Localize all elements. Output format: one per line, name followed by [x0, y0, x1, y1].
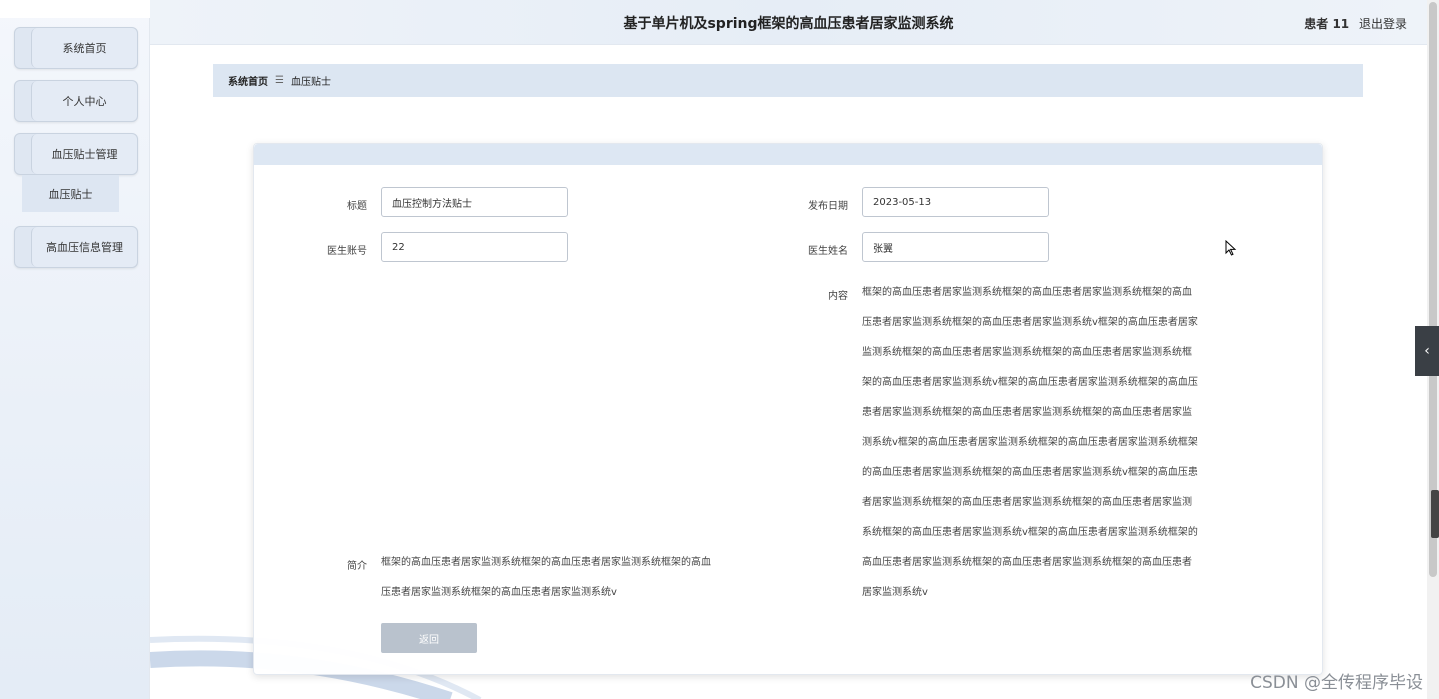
doctor-account-value: 22 [392, 241, 405, 253]
breadcrumb-current: 血压贴士 [290, 77, 331, 88]
sidebar-item-bp-tips-management[interactable]: 血压贴士管理 [14, 133, 138, 175]
sidebar-subitem-label: 血压贴士 [48, 187, 93, 201]
summary-line: 压患者居家监测系统框架的高血压患者居家监测系统v [381, 587, 617, 598]
logout-link[interactable]: 退出登录 [1359, 17, 1407, 31]
back-button[interactable]: 返回 [381, 623, 477, 653]
content-line: 测系统v框架的高血压患者居家监测系统框架的高血压患者居家监测系统框架 [862, 437, 1198, 448]
sidebar-item-label: 血压贴士管理 [51, 148, 118, 161]
user-area: 患者 11 退出登录 [1304, 15, 1407, 32]
top-header: 基于单片机及spring框架的高血压患者居家监测系统 患者 11 退出登录 [150, 0, 1427, 45]
doctor-name-label: 医生姓名 [808, 246, 848, 257]
content-text: 框架的高血压患者居家监测系统框架的高血压患者居家监测系统框架的高血 压患者居家监… [862, 278, 1222, 608]
chevron-left-icon: ‹ [1424, 343, 1430, 359]
doctor-account-field[interactable]: 22 [381, 232, 568, 262]
summary-label: 简介 [347, 561, 367, 572]
content-line: 的高血压患者居家监测系统框架的高血压患者居家监测系统v框架的高血压患 [862, 467, 1198, 478]
sidebar-item-label: 系统首页 [62, 42, 107, 55]
app-title: 基于单片机及spring框架的高血压患者居家监测系统 [623, 16, 954, 32]
publish-date-field[interactable]: 2023-05-13 [862, 187, 1049, 217]
user-name: 患者 11 [1304, 17, 1350, 31]
content-line: 高血压患者居家监测系统框架的高血压患者居家监测系统框架的高血压患者 [862, 557, 1192, 568]
doctor-name-value: 张翼 [873, 243, 893, 255]
content-line: 居家监测系统v [862, 587, 928, 598]
sidebar: 系统首页 个人中心 血压贴士管理 血压贴士 高血压信息管理 [0, 0, 150, 699]
side-handle[interactable] [1431, 490, 1439, 538]
doctor-account-label: 医生账号 [327, 246, 367, 257]
content-line: 患者居家监测系统框架的高血压患者居家监测系统框架的高血压患者居家监 [862, 407, 1192, 418]
sidebar-item-label: 高血压信息管理 [46, 241, 123, 254]
summary-line: 框架的高血压患者居家监测系统框架的高血压患者居家监测系统框架的高血 [381, 557, 711, 568]
title-field[interactable]: 血压控制方法贴士 [381, 187, 568, 217]
content-line: 监测系统框架的高血压患者居家监测系统框架的高血压患者居家监测系统框 [862, 347, 1192, 358]
summary-text: 框架的高血压患者居家监测系统框架的高血压患者居家监测系统框架的高血 压患者居家监… [381, 548, 741, 608]
content-line: 架的高血压患者居家监测系统v框架的高血压患者居家监测系统框架的高血压 [862, 377, 1198, 388]
sidebar-subitem-bp-tips[interactable]: 血压贴士 [22, 175, 119, 212]
breadcrumb-separator-icon: ☰ [275, 75, 284, 86]
content-line: 框架的高血压患者居家监测系统框架的高血压患者居家监测系统框架的高血 [862, 287, 1192, 298]
publish-date-value: 2023-05-13 [873, 196, 932, 208]
sidebar-item-personal-center[interactable]: 个人中心 [14, 80, 138, 122]
content-line: 压患者居家监测系统框架的高血压患者居家监测系统v框架的高血压患者居家 [862, 317, 1198, 328]
watermark: CSDN @全传程序毕设 [1250, 673, 1423, 693]
card-header [254, 144, 1322, 165]
sidebar-item-label: 个人中心 [62, 95, 107, 108]
publish-date-label: 发布日期 [808, 201, 848, 212]
breadcrumb-home[interactable]: 系统首页 [228, 73, 268, 88]
sidebar-item-home[interactable]: 系统首页 [14, 27, 138, 69]
mouse-pointer-icon [1225, 240, 1237, 256]
title-label: 标题 [347, 201, 367, 212]
side-panel-toggle[interactable]: ‹ [1415, 326, 1439, 376]
content-label: 内容 [828, 291, 848, 302]
sidebar-item-hypertension-info-management[interactable]: 高血压信息管理 [14, 226, 138, 268]
breadcrumb: 系统首页 ☰ 血压贴士 [213, 64, 1363, 97]
title-value: 血压控制方法贴士 [392, 198, 472, 210]
content-line: 者居家监测系统框架的高血压患者居家监测系统框架的高血压患者居家监测 [862, 497, 1192, 508]
content-line: 系统框架的高血压患者居家监测系统v框架的高血压患者居家监测系统框架的 [862, 527, 1198, 538]
doctor-name-field[interactable]: 张翼 [862, 232, 1049, 262]
detail-form-card: 标题 血压控制方法贴士 发布日期 2023-05-13 医生账号 22 医生姓名… [253, 143, 1323, 675]
